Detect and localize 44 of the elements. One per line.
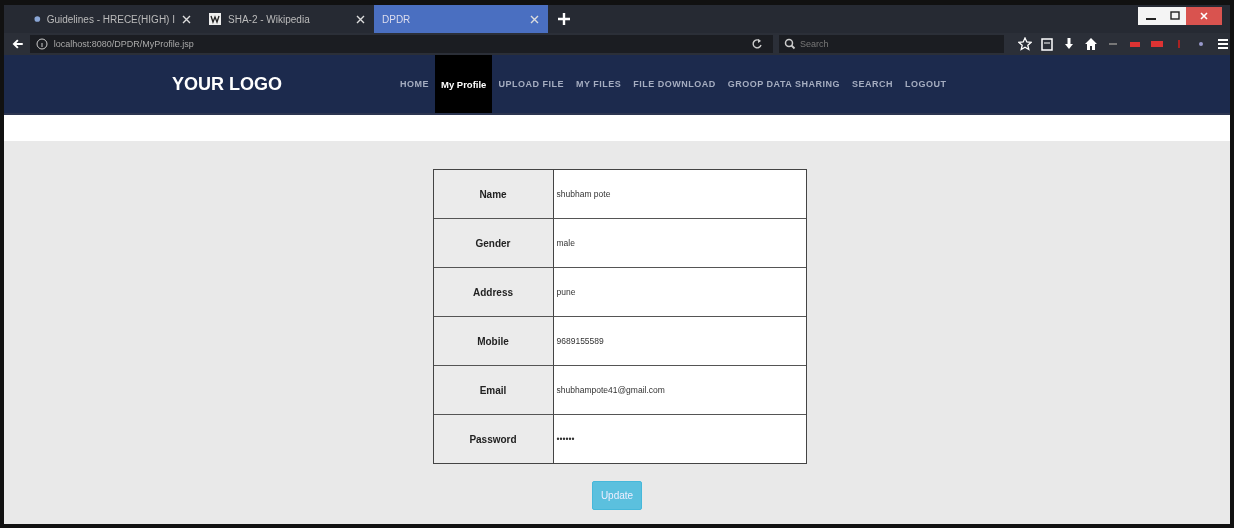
field-value: •••••• (555, 433, 576, 446)
close-icon[interactable] (181, 13, 192, 25)
reload-icon[interactable] (751, 38, 763, 50)
field-label: Email (433, 366, 554, 415)
plus-icon[interactable] (558, 13, 570, 25)
field-value: 9689155589 (553, 317, 806, 366)
nav-link[interactable]: UPLOAD FILE (492, 55, 570, 113)
info-icon (35, 38, 48, 50)
menu-icon[interactable] (1216, 37, 1230, 51)
nav-link[interactable]: SEARCH (845, 55, 899, 113)
browser-tab[interactable]: SHA-2 - Wikipedia (200, 5, 374, 33)
nav-link[interactable]: My Profile (435, 55, 493, 113)
download-icon[interactable] (1062, 37, 1076, 51)
url-text: localhost:8080/DPDR/MyProfile.jsp (53, 39, 195, 49)
field-label: Mobile (433, 317, 554, 366)
field-value: male (553, 219, 806, 268)
restore-icon[interactable] (1164, 7, 1186, 25)
nav-link[interactable]: GROOP DATA SHARING (721, 55, 846, 113)
address-field[interactable]: localhost:8080/DPDR/MyProfile.jsp (29, 35, 773, 53)
nav-link[interactable]: FILE DOWNLOAD (627, 55, 722, 113)
star-icon[interactable] (1018, 37, 1032, 51)
tab-title: DPDR (382, 13, 412, 25)
tab-title: Guidelines - HRECE(HIGH) I (46, 13, 175, 25)
browser-tab[interactable]: Guidelines - HRECE(HIGH) I (26, 5, 200, 33)
field-label: Gender (433, 219, 554, 268)
field-label: Password (433, 415, 554, 463)
wiki-icon (208, 12, 222, 26)
field-label: Name (433, 170, 554, 219)
nav-link[interactable]: MY FILES (569, 55, 628, 113)
minimize-icon[interactable] (1138, 7, 1164, 25)
close-icon[interactable] (355, 13, 366, 25)
field-value: shubhampote41@gmail.com (553, 366, 806, 415)
field-value: pune (553, 268, 806, 317)
back-arrow-icon[interactable] (12, 38, 24, 50)
site-logo: YOUR LOGO (172, 73, 283, 95)
home-icon[interactable] (1084, 37, 1098, 51)
field-label: Address (433, 268, 554, 317)
clipboard-icon[interactable] (1040, 37, 1054, 51)
nav-link[interactable]: LOGOUT (898, 55, 953, 113)
field-value: shubham pote (553, 170, 806, 219)
search-field[interactable]: Search (779, 35, 1004, 53)
tab-title: SHA-2 - Wikipedia (228, 13, 311, 25)
browser-tab[interactable]: DPDR (374, 5, 548, 33)
nav-link[interactable]: HOME (394, 55, 435, 113)
